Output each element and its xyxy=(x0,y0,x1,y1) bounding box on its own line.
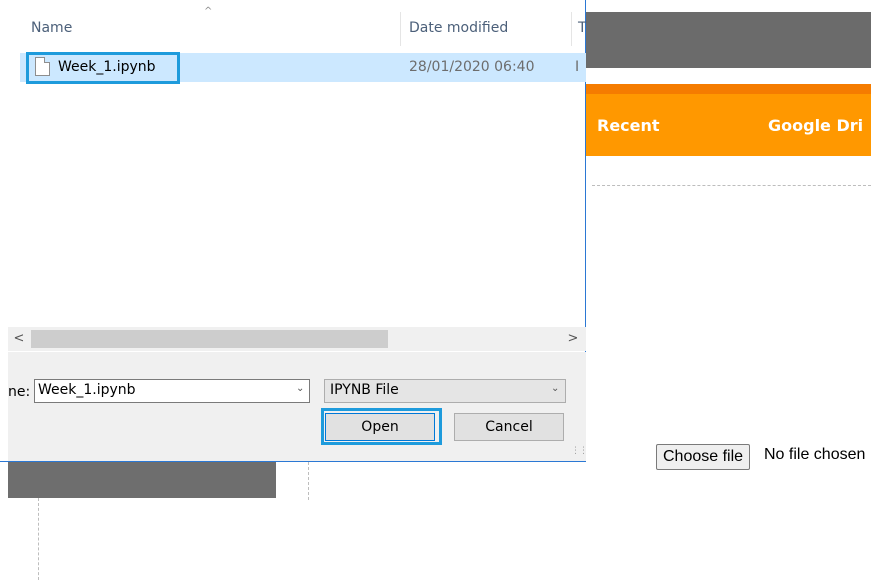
column-separator[interactable] xyxy=(400,12,401,46)
dialog-footer xyxy=(8,352,586,461)
file-name-input[interactable]: Week_1.ipynb xyxy=(34,379,310,403)
tab-google-drive[interactable]: Google Dri xyxy=(768,116,863,135)
column-header-type[interactable]: T xyxy=(578,20,587,36)
background-header-bar xyxy=(585,12,871,68)
chevron-down-icon[interactable]: ⌄ xyxy=(551,383,559,394)
file-date-modified: 28/01/2020 06:40 xyxy=(409,59,535,75)
cancel-button[interactable]: Cancel xyxy=(454,413,564,441)
tab-recent[interactable]: Recent xyxy=(597,116,660,135)
scroll-left-arrow-icon[interactable]: < xyxy=(8,327,30,351)
scrollbar-thumb[interactable] xyxy=(31,330,388,348)
column-header-name[interactable]: Name xyxy=(31,20,72,36)
background-accent-line xyxy=(585,84,871,94)
no-file-chosen-text: No file chosen xyxy=(764,446,866,463)
resize-grip-icon[interactable]: ⋮⋮ xyxy=(571,446,588,456)
sort-ascending-icon: ^ xyxy=(204,6,213,17)
file-type-select[interactable]: IPYNB File xyxy=(324,379,566,403)
dashed-divider-vertical xyxy=(38,498,39,580)
file-highlight-box xyxy=(26,52,180,84)
column-separator[interactable] xyxy=(571,12,572,46)
scroll-right-arrow-icon[interactable]: > xyxy=(562,327,584,351)
choose-file-button[interactable]: Choose file xyxy=(656,444,751,470)
background-panel xyxy=(8,462,276,498)
column-header-date-modified[interactable]: Date modified xyxy=(409,20,508,36)
chevron-down-icon[interactable]: ⌄ xyxy=(296,383,304,394)
file-type: I xyxy=(575,59,580,75)
dashed-divider xyxy=(592,185,871,186)
file-name-label: ne: xyxy=(8,384,31,400)
dashed-divider-vertical xyxy=(308,462,309,500)
open-highlight-box xyxy=(321,408,442,445)
